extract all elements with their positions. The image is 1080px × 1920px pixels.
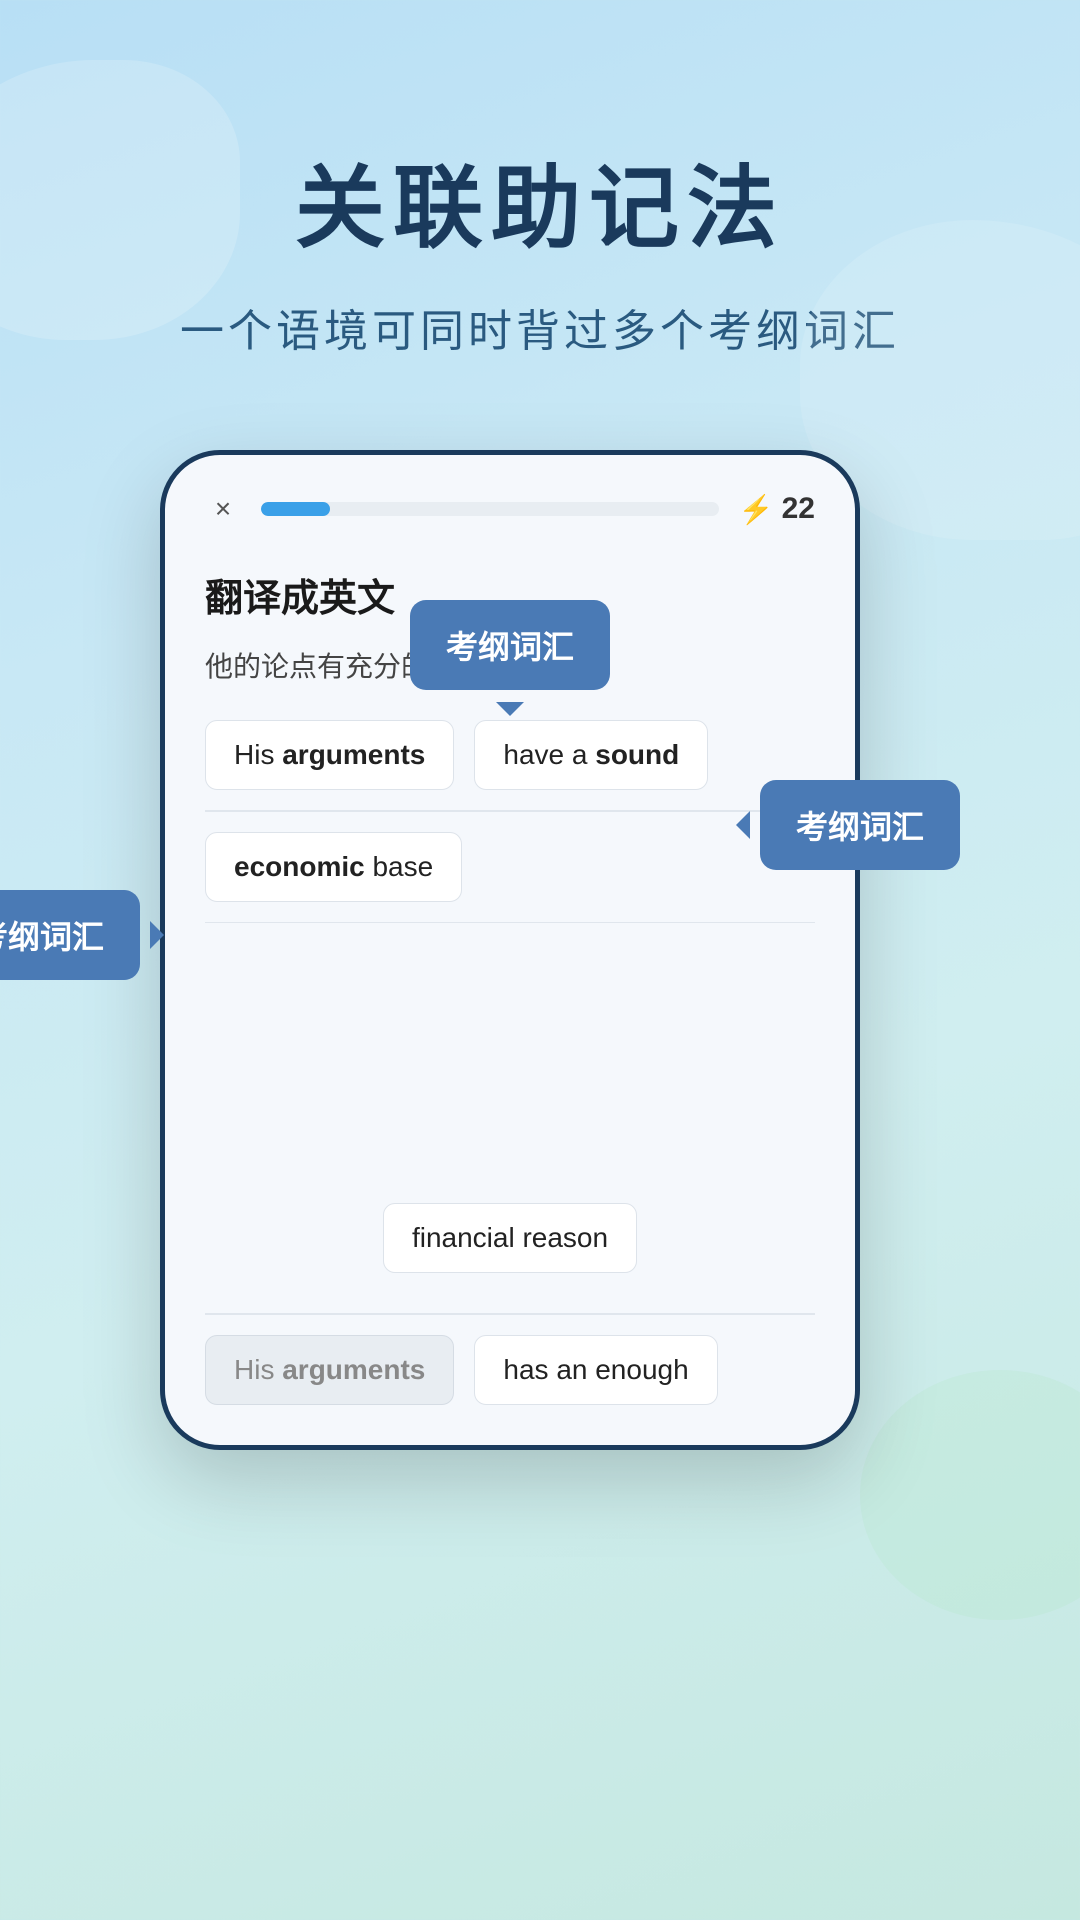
chip-text-have-a: have a xyxy=(503,739,595,770)
score-area: ⚡ 22 xyxy=(739,492,815,526)
phone-inner: 考纲词汇 考纲词汇 考纲词汇 × ⚡ 22 翻译成英文 他的论点有充分的经济上 xyxy=(160,450,920,1450)
tooltip-kagang-3: 考纲词汇 xyxy=(0,890,140,980)
progress-bar-fill xyxy=(261,502,330,516)
score-value: 22 xyxy=(782,492,815,526)
answer-chip-his-arguments[interactable]: His arguments xyxy=(205,720,454,790)
answer-row-1: His arguments have a sound xyxy=(205,720,815,790)
tooltip-kagang-1: 考纲词汇 xyxy=(410,600,610,690)
answer-chip-economic-base[interactable]: economic base xyxy=(205,832,462,902)
divider-1 xyxy=(205,810,815,812)
chip-text-economic: economic xyxy=(234,851,365,882)
divider-3 xyxy=(205,1313,815,1315)
progress-bar-background xyxy=(261,502,719,516)
tooltip-kagang-2: 考纲词汇 xyxy=(760,780,960,870)
chip-text-financial-reason: financial reason xyxy=(412,1222,608,1253)
divider-2 xyxy=(205,922,815,924)
chip-text-arguments: arguments xyxy=(282,739,425,770)
chip-gray-his: His xyxy=(234,1354,282,1385)
close-icon[interactable]: × xyxy=(205,491,241,527)
chip-gray-arguments: arguments xyxy=(282,1354,425,1385)
answer-row-2: economic base xyxy=(205,832,815,902)
empty-area xyxy=(165,983,855,1183)
chip-text-sound: sound xyxy=(595,739,679,770)
bottom-chip-financial-reason[interactable]: financial reason xyxy=(383,1203,637,1273)
phone-header-bar: × ⚡ 22 xyxy=(165,455,855,547)
answer-chip-have-a-sound[interactable]: have a sound xyxy=(474,720,708,790)
chip-text-has-an-enough: has an enough xyxy=(503,1354,688,1385)
lightning-icon: ⚡ xyxy=(739,493,774,526)
answer-chip-gray-his-arguments[interactable]: His arguments xyxy=(205,1335,454,1405)
chip-text-base: base xyxy=(365,851,434,882)
bottom-options: financial reason His arguments has an en… xyxy=(165,1183,855,1445)
phone-container: 考纲词汇 考纲词汇 考纲词汇 × ⚡ 22 翻译成英文 他的论点有充分的经济上 xyxy=(160,450,920,1450)
chip-text-his: His xyxy=(234,739,282,770)
bottom-row: His arguments has an enough xyxy=(205,1335,815,1405)
answer-chip-has-an-enough[interactable]: has an enough xyxy=(474,1335,717,1405)
